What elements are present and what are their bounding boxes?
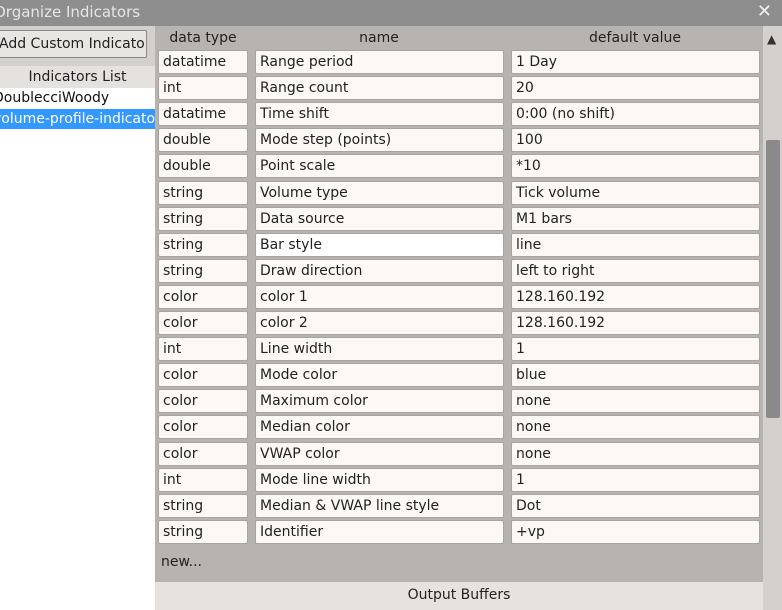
sidebar: Add Custom Indicator Indicators List Dou… — [0, 26, 155, 610]
table-row: color Median color none — [155, 415, 763, 439]
parameter-name-field[interactable]: Time shift — [255, 102, 504, 126]
table-row: double Point scale *10 — [155, 154, 763, 178]
vertical-scrollbar[interactable]: ▲ — [763, 26, 782, 610]
default-value-field[interactable]: M1 bars — [511, 207, 760, 231]
default-value-field[interactable]: 0:00 (no shift) — [511, 102, 760, 126]
data-type-cell[interactable]: int — [158, 76, 248, 100]
parameter-name-field[interactable]: Mode step (points) — [255, 128, 504, 152]
parameter-name-field[interactable]: VWAP color — [255, 442, 504, 466]
title-bar: Organize Indicators ✕ — [0, 0, 782, 26]
parameter-name-field[interactable]: Median color — [255, 415, 504, 439]
table-row: string Bar style line — [155, 233, 763, 257]
parameter-name-field[interactable]: color 1 — [255, 285, 504, 309]
data-type-cell[interactable]: color — [158, 415, 248, 439]
close-icon[interactable]: ✕ — [757, 2, 772, 22]
default-value-field[interactable]: none — [511, 415, 760, 439]
parameter-name-field[interactable]: color 2 — [255, 311, 504, 335]
data-type-cell[interactable]: datatime — [158, 102, 248, 126]
parameter-name-field[interactable]: Data source — [255, 207, 504, 231]
table-row: int Line width 1 — [155, 337, 763, 361]
table-row: string Identifier +vp — [155, 520, 763, 544]
table-row: string Data source M1 bars — [155, 207, 763, 231]
window-title: Organize Indicators — [0, 3, 141, 21]
parameter-name-field[interactable]: Volume type — [255, 181, 504, 205]
data-type-cell[interactable]: color — [158, 285, 248, 309]
data-type-cell[interactable]: datatime — [158, 50, 248, 74]
parameter-name-field[interactable]: Line width — [255, 337, 504, 361]
default-value-field[interactable]: 1 — [511, 468, 760, 492]
table-row: datatime Range period 1 Day — [155, 50, 763, 74]
column-header-data-type: data type — [169, 30, 237, 46]
default-value-field[interactable]: line — [511, 233, 760, 257]
default-value-field[interactable]: 20 — [511, 76, 760, 100]
default-value-field[interactable]: none — [511, 389, 760, 413]
indicators-list-header: Indicators List — [0, 66, 155, 88]
parameter-name-field[interactable]: Range count — [255, 76, 504, 100]
data-type-cell[interactable]: double — [158, 154, 248, 178]
parameter-name-field[interactable]: Mode color — [255, 363, 504, 387]
table-row: double Mode step (points) 100 — [155, 128, 763, 152]
table-row: datatime Time shift 0:00 (no shift) — [155, 102, 763, 126]
parameter-name-field[interactable]: Draw direction — [255, 259, 504, 283]
data-type-cell[interactable]: int — [158, 337, 248, 361]
table-row: color color 1 128.160.192 — [155, 285, 763, 309]
list-item[interactable]: DoublecciWoody — [0, 88, 155, 108]
data-type-cell[interactable]: string — [158, 259, 248, 283]
default-value-field[interactable]: Dot — [511, 494, 760, 518]
table-row: color Maximum color none — [155, 389, 763, 413]
parameter-name-field[interactable]: Median & VWAP line style — [255, 494, 504, 518]
default-value-field[interactable]: +vp — [511, 520, 760, 544]
data-type-cell[interactable]: string — [158, 233, 248, 257]
column-header-default-value: default value — [589, 30, 681, 46]
default-value-field[interactable]: none — [511, 442, 760, 466]
data-type-cell[interactable]: color — [158, 363, 248, 387]
parameter-name-field[interactable]: Maximum color — [255, 389, 504, 413]
data-type-cell[interactable]: color — [158, 442, 248, 466]
parameters-table: data type name default value datatime Ran… — [155, 26, 763, 582]
data-type-cell[interactable]: string — [158, 520, 248, 544]
scroll-up-icon[interactable]: ▲ — [767, 32, 776, 46]
default-value-field[interactable]: 100 — [511, 128, 760, 152]
table-row: int Range count 20 — [155, 76, 763, 100]
data-type-cell[interactable]: string — [158, 494, 248, 518]
data-type-cell[interactable]: string — [158, 207, 248, 231]
table-row: int Mode line width 1 — [155, 468, 763, 492]
data-type-cell[interactable]: double — [158, 128, 248, 152]
data-type-cell[interactable]: color — [158, 389, 248, 413]
default-value-field[interactable]: *10 — [511, 154, 760, 178]
table-row: string Median & VWAP line style Dot — [155, 494, 763, 518]
table-row: color color 2 128.160.192 — [155, 311, 763, 335]
parameter-name-field[interactable]: Bar style — [255, 233, 504, 257]
table-row: color VWAP color none — [155, 442, 763, 466]
new-parameter-link[interactable]: new... — [161, 554, 202, 570]
table-row: color Mode color blue — [155, 363, 763, 387]
parameter-name-field[interactable]: Range period — [255, 50, 504, 74]
output-buffers-button[interactable]: Output Buffers — [155, 582, 763, 610]
parameter-name-field[interactable]: Mode line width — [255, 468, 504, 492]
default-value-field[interactable]: 128.160.192 — [511, 311, 760, 335]
indicators-list: DoublecciWoody volume-profile-indicator — [0, 88, 155, 610]
scrollbar-thumb[interactable] — [766, 140, 780, 418]
table-row: string Draw direction left to right — [155, 259, 763, 283]
default-value-field[interactable]: 128.160.192 — [511, 285, 760, 309]
data-type-cell[interactable]: int — [158, 468, 248, 492]
default-value-field[interactable]: Tick volume — [511, 181, 760, 205]
default-value-field[interactable]: left to right — [511, 259, 760, 283]
column-header-name: name — [359, 30, 399, 46]
parameter-name-field[interactable]: Point scale — [255, 154, 504, 178]
default-value-field[interactable]: 1 Day — [511, 50, 760, 74]
default-value-field[interactable]: blue — [511, 363, 760, 387]
data-type-cell[interactable]: string — [158, 181, 248, 205]
table-row: string Volume type Tick volume — [155, 181, 763, 205]
data-type-cell[interactable]: color — [158, 311, 248, 335]
add-custom-indicator-button[interactable]: Add Custom Indicator — [0, 30, 147, 58]
list-item-selected[interactable]: volume-profile-indicator — [0, 109, 155, 129]
parameter-name-field[interactable]: Identifier — [255, 520, 504, 544]
default-value-field[interactable]: 1 — [511, 337, 760, 361]
